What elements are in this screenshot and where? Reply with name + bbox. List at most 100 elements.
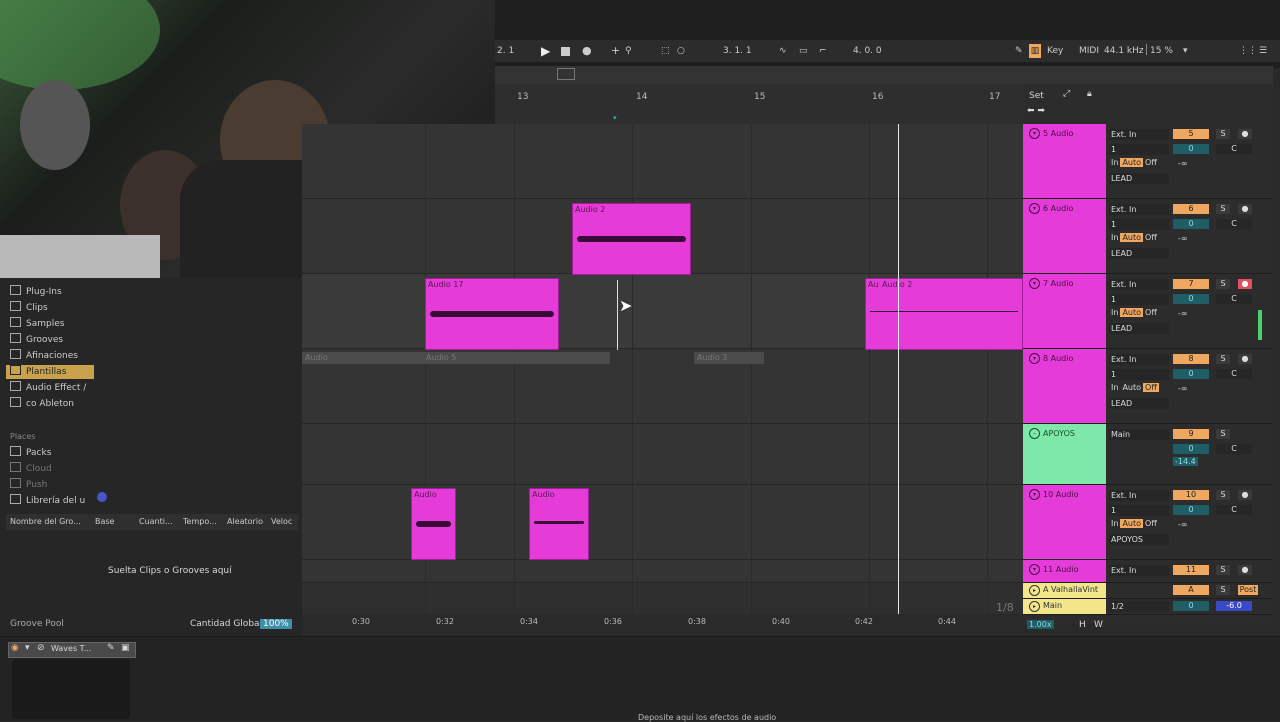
volume-field[interactable]: 0 <box>1173 505 1209 515</box>
song-position[interactable]: 3. 1. 1 <box>723 44 752 58</box>
solo-button[interactable]: S <box>1216 585 1230 595</box>
arrangement-overview[interactable] <box>495 66 1273 85</box>
return-activator[interactable]: A <box>1173 585 1209 595</box>
col-quantize[interactable]: Cuanti... <box>139 517 173 526</box>
fold-icon[interactable]: ▾ <box>1029 203 1040 214</box>
output-route[interactable]: LEAD <box>1109 323 1169 334</box>
pan-field[interactable]: C <box>1216 444 1252 454</box>
input-channel[interactable]: 1 <box>1109 505 1169 516</box>
volume-field[interactable]: 0 <box>1173 369 1209 379</box>
fold-icon[interactable]: ▾ <box>1029 564 1040 575</box>
place-library[interactable]: Librería del u <box>10 494 85 508</box>
input-type[interactable]: Ext. In <box>1109 129 1169 140</box>
menu-icon[interactable]: ☰ <box>1259 44 1267 58</box>
beat-time-ruler[interactable]: 13 14 15 16 17 ▾ <box>495 84 1023 124</box>
device-on-icon[interactable]: ◉ <box>11 643 19 653</box>
monitor-switch[interactable]: In Auto Off <box>1109 158 1159 168</box>
arrangement-view[interactable]: Audio 2 Audio 17 Au Audio 2 Audio Audio … <box>302 124 1023 614</box>
h-toggle[interactable]: H <box>1079 620 1086 630</box>
metronome-icon[interactable]: ○ <box>677 44 685 58</box>
input-type[interactable]: Ext. In <box>1109 279 1169 290</box>
track-activator[interactable]: 11 <box>1173 565 1209 575</box>
solo-button[interactable]: S <box>1216 129 1230 139</box>
pan-field[interactable]: C <box>1216 144 1252 154</box>
play-icon[interactable]: ▶ <box>541 44 550 58</box>
track-activator[interactable]: 6 <box>1173 204 1209 214</box>
solo-button[interactable]: S <box>1216 565 1230 575</box>
place-push[interactable]: Push <box>10 478 47 492</box>
browser-item-afinaciones[interactable]: Afinaciones <box>10 349 78 363</box>
col-timing[interactable]: Tempo... <box>183 517 217 526</box>
loop-marker-icon[interactable]: ▾ <box>613 114 617 122</box>
track-lane-11[interactable] <box>302 560 1023 583</box>
track-header-11[interactable]: ▾ 11 Audio Ext. In 11 S ● <box>1023 560 1273 583</box>
input-type[interactable]: Ext. In <box>1109 354 1169 365</box>
device-preset-icon[interactable]: ⊘ <box>37 643 45 653</box>
arm-record-icon[interactable]: ● <box>1238 204 1252 214</box>
disabled-clip[interactable]: Audio 3 <box>694 352 764 364</box>
fold-icon[interactable]: ▾ <box>1029 278 1040 289</box>
grid-icon[interactable]: ⋮⋮ <box>1239 44 1257 58</box>
track-activator[interactable]: 8 <box>1173 354 1209 364</box>
fold-icon[interactable]: ▾ <box>1029 353 1040 364</box>
keyboard-mode-icon[interactable]: ▥ <box>1029 44 1041 58</box>
solo-button[interactable]: S <box>1216 490 1230 500</box>
volume-field[interactable]: 0 <box>1173 601 1209 611</box>
device-title-bar[interactable]: ◉ ▾ ⊘ Waves T... ✎ ▣ <box>8 642 136 658</box>
audio-clip[interactable]: Audio 17 <box>425 278 559 350</box>
key-map-button[interactable]: Key <box>1047 44 1063 58</box>
input-channel[interactable]: 1 <box>1109 219 1169 230</box>
main-track[interactable]: ▸ Main 1/2 0 -6.0 <box>1023 599 1273 615</box>
audio-clip[interactable]: Audio 2 <box>572 203 691 275</box>
input-type[interactable]: Ext. In <box>1109 204 1169 215</box>
grid-quantization[interactable]: 1/8 <box>996 601 1014 614</box>
arm-record-icon[interactable]: ● <box>1238 490 1252 500</box>
fold-icon[interactable]: – <box>1029 428 1040 439</box>
track-lane-apoyos[interactable] <box>302 424 1023 485</box>
volume-field[interactable]: 0 <box>1173 144 1209 154</box>
track-name[interactable]: ▾ 11 Audio <box>1023 560 1106 582</box>
audio-clip[interactable]: Au Audio 2 <box>865 278 1023 350</box>
monitor-switch[interactable]: In Auto Off <box>1109 308 1159 318</box>
zoom-level[interactable]: 1.00x <box>1027 620 1054 629</box>
arm-record-icon[interactable]: ● <box>1238 129 1252 139</box>
pan-field[interactable]: C <box>1216 294 1252 304</box>
monitor-switch[interactable]: In Auto Off <box>1109 519 1159 529</box>
punch-out-icon[interactable]: ⌐ <box>819 44 827 58</box>
punch-in-icon[interactable]: ▭ <box>799 44 808 58</box>
record-icon[interactable]: ● <box>582 44 592 58</box>
solo-button[interactable]: S <box>1216 279 1230 289</box>
follow-icon[interactable]: ∿ <box>779 44 787 58</box>
fold-icon[interactable]: ▸ <box>1029 585 1040 596</box>
fold-icon[interactable]: ▸ <box>1029 601 1040 612</box>
input-type[interactable]: Ext. In <box>1109 565 1169 576</box>
track-name[interactable]: ▾ 10 Audio <box>1023 485 1106 559</box>
solo-button[interactable]: S <box>1216 204 1230 214</box>
browser-item-grooves[interactable]: Grooves <box>10 333 63 347</box>
main-track-name[interactable]: ▸ Main <box>1023 599 1106 614</box>
browser-item-ableton[interactable]: co Ableton <box>10 397 74 411</box>
track-header-6[interactable]: ▾ 6 Audio Ext. In 1 In Auto Off LEAD 6 0 S … <box>1023 199 1273 274</box>
col-groove-name[interactable]: Nombre del Gro... <box>10 517 81 526</box>
col-base[interactable]: Base <box>95 517 114 526</box>
place-cloud[interactable]: Cloud <box>10 462 52 476</box>
info-icon[interactable] <box>97 492 107 502</box>
expand-icon[interactable]: ⤢ <box>1063 89 1070 99</box>
draw-mode-icon[interactable]: ✎ <box>1015 44 1023 58</box>
track-header-5[interactable]: ▾ 5 Audio Ext. In 1 In Auto Off LEAD 5 0 S … <box>1023 124 1273 199</box>
set-button[interactable]: Set <box>1029 91 1044 101</box>
main-volume-db[interactable]: -6.0 <box>1216 601 1252 611</box>
disabled-clip[interactable]: Audio Audio 5 <box>302 352 610 364</box>
solo-button[interactable]: S <box>1216 354 1230 364</box>
col-velocity[interactable]: Veloc <box>271 517 292 526</box>
track-activator[interactable]: 10 <box>1173 490 1209 500</box>
output-route[interactable]: LEAD <box>1109 173 1169 184</box>
track-header-8[interactable]: ▾ 8 Audio Ext. In 1 In Auto Off LEAD 8 0 S … <box>1023 349 1273 424</box>
pan-field[interactable]: C <box>1216 219 1252 229</box>
arm-record-icon[interactable]: ● <box>1238 279 1252 289</box>
stop-icon[interactable] <box>561 44 570 58</box>
arrangement-position[interactable]: 2. 1 <box>497 44 514 58</box>
output-route[interactable]: 1/2 <box>1109 601 1169 612</box>
input-channel[interactable]: 1 <box>1109 369 1169 380</box>
return-track-name[interactable]: ▸ A ValhallaVint <box>1023 583 1106 598</box>
